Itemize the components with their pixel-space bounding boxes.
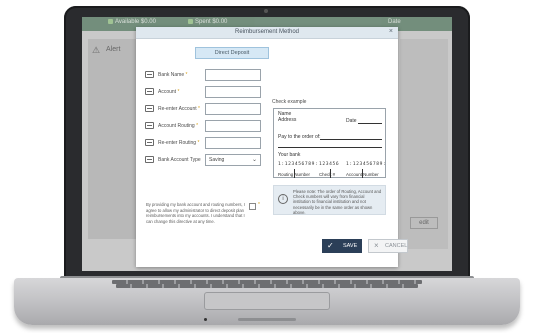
chevron-down-icon: ⌄ (251, 157, 257, 163)
cancel-label: CANCEL (385, 243, 408, 249)
consent-required-mark: * (258, 202, 260, 208)
dialog-title: Reimbursement Method (234, 29, 300, 35)
background-tab: Spent $0.00 (188, 19, 227, 25)
bank-name-row: Bank Name * (145, 69, 267, 81)
dialog-header: Reimbursement Method × (136, 27, 398, 39)
bank-icon (145, 71, 154, 78)
bank-name-input[interactable] (205, 69, 261, 81)
close-icon[interactable]: × (389, 28, 393, 35)
check-name-address: Name Address (278, 111, 297, 123)
reenter-account-row: Re-enter Account * (145, 103, 267, 115)
background-right-card: edit (400, 39, 448, 249)
webcam (264, 9, 268, 13)
consent-checkbox[interactable] (249, 203, 256, 210)
check-date-line (358, 123, 382, 124)
reenter-routing-row: Re-enter Routing * (145, 137, 267, 149)
background-alert-label: Alert (106, 46, 121, 53)
front-groove (238, 318, 296, 321)
reenter-routing-label: Re-enter Routing * (158, 140, 200, 146)
reimbursement-method-dialog: Reimbursement Method × Direct Deposit Ba… (136, 27, 408, 267)
background-tab: Date (388, 19, 401, 25)
laptop-scene: Available $0.00 Spent $0.00 Date ⚠ Alert… (0, 0, 534, 333)
warning-icon: ⚠ (92, 45, 101, 55)
account-label: Account * (158, 89, 180, 95)
wallet-icon (188, 19, 193, 24)
card-icon (145, 122, 154, 129)
save-label: SAVE (343, 243, 358, 249)
checkmark-icon: ✓ (327, 241, 334, 250)
card-icon (145, 88, 154, 95)
check-pay-line (320, 139, 382, 140)
card-icon (145, 105, 154, 112)
trackpad (204, 292, 330, 310)
routing-order-note: i Please note: The order of Routing, Acc… (273, 185, 386, 215)
background-edit-button: edit (410, 217, 438, 229)
cancel-button[interactable]: × CANCEL (368, 239, 408, 253)
check-example-image: Name Address Date Pay to the order of: Y… (273, 108, 386, 178)
bank-icon (145, 156, 154, 163)
reenter-account-input[interactable] (205, 103, 261, 115)
bank-name-label: Bank Name * (158, 72, 188, 78)
direct-deposit-button[interactable]: Direct Deposit (195, 47, 269, 59)
account-input[interactable] (205, 86, 261, 98)
account-type-label: Bank Account Type (158, 157, 201, 163)
check-example-caption: Check example (272, 99, 307, 105)
check-date-label: Date (346, 118, 357, 124)
check-check-label: Check # (319, 172, 336, 177)
check-routing-label: Routing Number (278, 172, 310, 177)
note-text: Please note: The order of Routing, Accou… (293, 189, 382, 215)
key-row (116, 284, 418, 288)
check-amount-line (278, 147, 382, 148)
background-tab: Available $0.00 (108, 19, 156, 25)
account-type-row: Bank Account Type Saving ⌄ (145, 154, 267, 166)
account-routing-label: Account Routing * (158, 123, 199, 129)
consent-text: By providing my bank account and routing… (146, 202, 245, 224)
power-led (204, 318, 207, 321)
check-routing-digits: 1:123456789: (278, 162, 319, 167)
card-icon (145, 139, 154, 146)
save-button[interactable]: ✓ SAVE (322, 239, 362, 253)
reenter-routing-input[interactable] (205, 137, 261, 149)
keyboard (112, 258, 422, 288)
account-type-select[interactable]: Saving ⌄ (205, 154, 261, 166)
check-your-bank: Your bank (278, 152, 301, 158)
check-account-digits: 1:123456789: (346, 162, 387, 167)
laptop-screen: Available $0.00 Spent $0.00 Date ⚠ Alert… (82, 17, 452, 271)
check-check-digits: 123456 (319, 162, 340, 167)
account-routing-row: Account Routing * (145, 120, 267, 132)
account-type-value: Saving (209, 157, 225, 163)
check-account-label: Account Number (346, 172, 379, 177)
info-icon: i (278, 194, 288, 204)
account-row: Account * (145, 86, 267, 98)
close-icon: × (374, 241, 379, 250)
check-pay-to: Pay to the order of: (278, 134, 321, 140)
account-routing-input[interactable] (205, 120, 261, 132)
wallet-icon (108, 19, 113, 24)
reenter-account-label: Re-enter Account * (158, 106, 200, 112)
